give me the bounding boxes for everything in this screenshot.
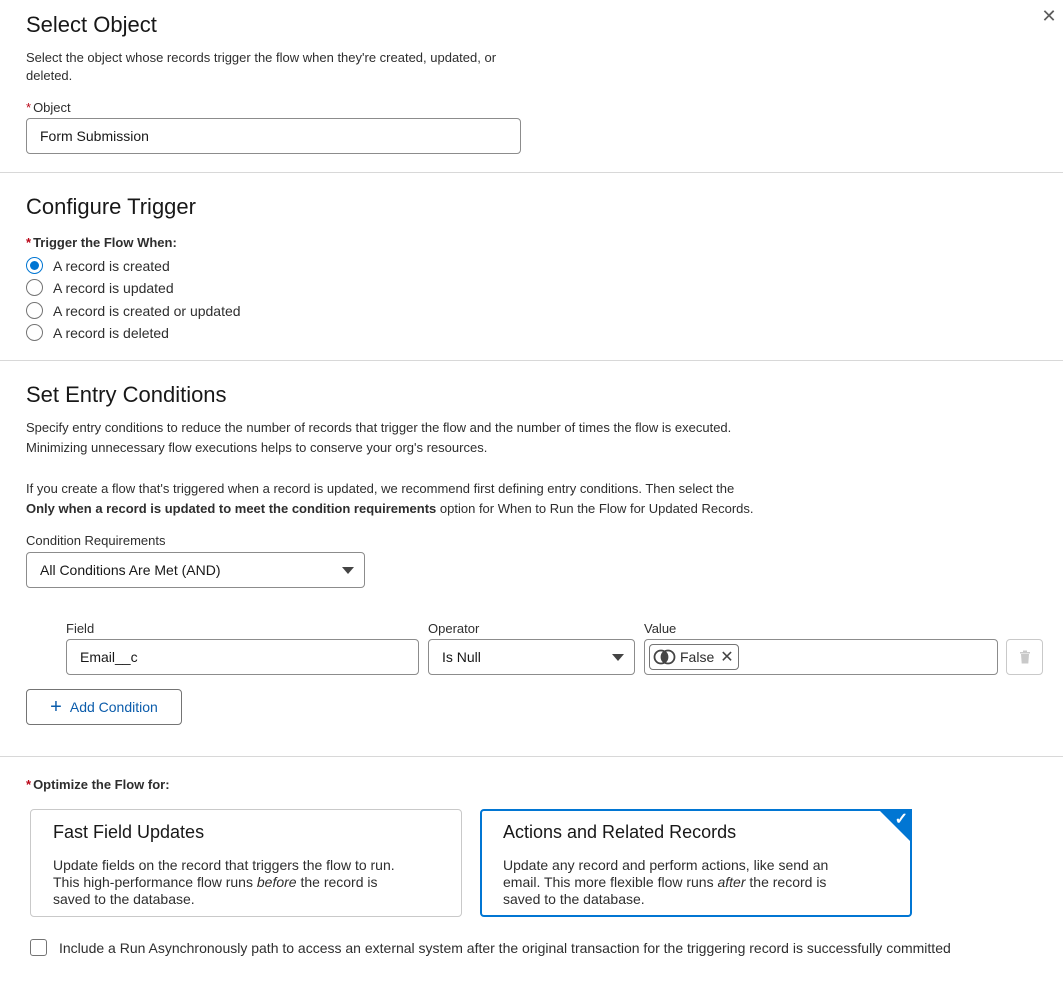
add-condition-label: Add Condition: [69, 699, 158, 715]
radio-label: A record is updated: [53, 279, 174, 296]
actions-desc-text: the record is: [745, 874, 827, 890]
object-label-text: Object: [33, 100, 71, 115]
actions-tile-title: Actions and Related Records: [503, 822, 737, 842]
condition-requirements-select[interactable]: All Conditions Are Met (AND): [26, 552, 365, 588]
select-object-help: Select the object whose records trigger …: [26, 50, 497, 83]
section-divider: [0, 172, 1063, 173]
actions-tile-desc-1: Update any record and perform actions, l…: [503, 857, 829, 873]
section-divider: [0, 756, 1063, 757]
delete-condition-button[interactable]: [1006, 639, 1043, 675]
configure-trigger-title: Configure Trigger: [26, 194, 196, 219]
object-field-label: * Object: [26, 100, 71, 115]
actions-tile-desc-2: email. This more flexible flow runs afte…: [503, 874, 889, 891]
check-icon: ✓: [894, 811, 908, 828]
radio-icon[interactable]: [26, 302, 43, 319]
value-column-label: Value: [644, 621, 677, 636]
section-divider: [0, 360, 1063, 361]
value-pill-label: False: [680, 649, 715, 665]
operator-column-label: Operator: [428, 621, 480, 636]
remove-pill-icon[interactable]: ✕: [720, 647, 733, 667]
add-condition-button[interactable]: + Add Condition: [26, 689, 182, 725]
chevron-down-icon: [342, 567, 354, 574]
actions-desc-text: email. This more flexible flow runs: [503, 874, 718, 890]
plus-icon: +: [50, 696, 62, 718]
entry-conditions-note-2: Only when a record is updated to meet th…: [26, 500, 754, 518]
object-input-value: Form Submission: [40, 128, 149, 144]
radio-record-updated[interactable]: A record is updated: [26, 279, 174, 296]
boolean-icon: [653, 649, 676, 665]
entry-conditions-note-1: If you create a flow that's triggered wh…: [26, 481, 735, 496]
trigger-group-label: * Trigger the Flow When:: [26, 235, 177, 250]
fast-desc-emphasis: before: [256, 874, 297, 890]
condition-operator-select[interactable]: Is Null: [428, 639, 635, 675]
condition-operator-value: Is Null: [442, 649, 481, 665]
actions-tile-desc-3: saved to the database.: [503, 891, 645, 907]
radio-record-created-or-updated[interactable]: A record is created or updated: [26, 302, 241, 319]
fast-tile-title: Fast Field Updates: [53, 822, 205, 842]
field-column-label: Field: [66, 621, 95, 636]
optimize-label-text: Optimize the Flow for:: [33, 777, 170, 792]
optimize-label: * Optimize the Flow for:: [26, 777, 170, 792]
run-async-checkbox[interactable]: [30, 939, 47, 956]
condition-value-input[interactable]: False ✕: [644, 639, 998, 675]
entry-conditions-help-1: Specify entry conditions to reduce the n…: [26, 420, 732, 435]
actions-desc-emphasis: after: [717, 874, 746, 890]
note-bold-text: Only when a record is updated to meet th…: [26, 501, 437, 516]
trash-icon: [1019, 650, 1030, 664]
actions-related-records-tile[interactable]: ✓ Actions and Related Records Update any…: [480, 809, 912, 917]
radio-label: A record is created: [53, 257, 170, 274]
fast-field-updates-tile[interactable]: Fast Field Updates Update fields on the …: [30, 809, 462, 917]
entry-conditions-help-2: Minimizing unnecessary flow executions h…: [26, 440, 488, 455]
radio-icon[interactable]: [26, 279, 43, 296]
entry-conditions-title: Set Entry Conditions: [26, 382, 227, 407]
fast-desc-text: This high-performance flow runs: [53, 874, 257, 890]
radio-record-deleted[interactable]: A record is deleted: [26, 324, 169, 341]
fast-tile-desc-2: This high-performance flow runs before t…: [53, 874, 439, 891]
chevron-down-icon: [612, 654, 624, 661]
fast-tile-desc-3: saved to the database.: [53, 891, 195, 907]
select-object-title: Select Object: [26, 12, 157, 37]
note-tail-text: option for When to Run the Flow for Upda…: [436, 501, 754, 516]
radio-icon[interactable]: [26, 324, 43, 341]
trigger-group-text: Trigger the Flow When:: [33, 235, 177, 250]
fast-desc-text: the record is: [296, 874, 378, 890]
condition-requirements-value: All Conditions Are Met (AND): [40, 562, 221, 578]
run-async-label: Include a Run Asynchronously path to acc…: [59, 939, 951, 956]
radio-record-created[interactable]: A record is created: [26, 257, 170, 274]
radio-label: A record is deleted: [53, 324, 169, 341]
run-async-option[interactable]: Include a Run Asynchronously path to acc…: [30, 939, 951, 956]
value-pill: False ✕: [649, 644, 739, 670]
condition-field-value: Email__c: [80, 649, 138, 665]
close-icon[interactable]: ✕: [1039, 6, 1059, 26]
object-input[interactable]: Form Submission: [26, 118, 521, 154]
fast-tile-desc-1: Update fields on the record that trigger…: [53, 857, 395, 873]
radio-selected-icon[interactable]: [26, 257, 43, 274]
condition-field-input[interactable]: Email__c: [66, 639, 419, 675]
condition-requirements-label: Condition Requirements: [26, 533, 166, 548]
radio-label: A record is created or updated: [53, 302, 241, 319]
